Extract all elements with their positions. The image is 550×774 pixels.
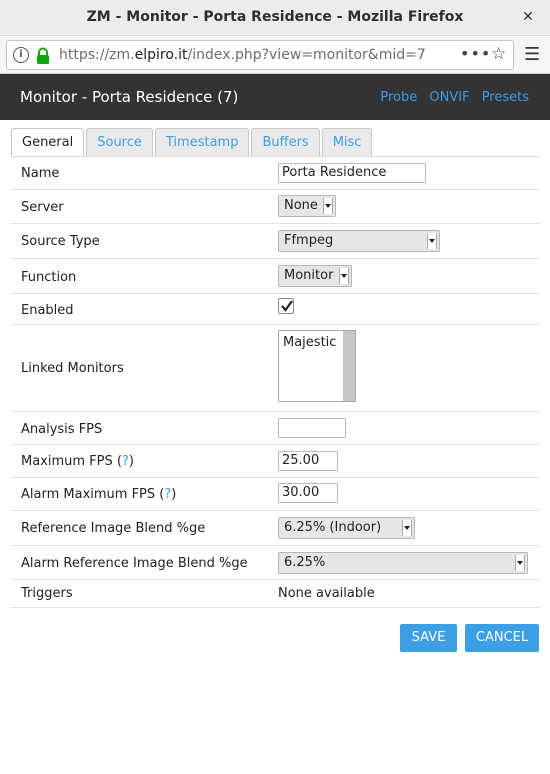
page-actions-icon[interactable]: ••• [460, 44, 491, 63]
save-button[interactable]: SAVE [400, 624, 457, 652]
browser-navbar: i https://zm.elpiro.it/index.php?view=mo… [0, 36, 550, 74]
chevron-down-icon [515, 555, 525, 571]
row-name: Name Porta Residence [11, 156, 540, 190]
ref-blend-select[interactable]: 6.25% (Indoor) [278, 517, 415, 539]
url-text[interactable]: https://zm.elpiro.it/index.php?view=moni… [59, 47, 451, 63]
chevron-down-icon [427, 233, 437, 249]
ref-blend-label: Reference Image Blend %ge [21, 521, 206, 536]
ref-blend-selected-value: 6.25% (Indoor) [284, 520, 382, 535]
lock-icon[interactable] [35, 47, 51, 69]
row-source-type: Source Type Ffmpeg [11, 224, 540, 259]
row-analysis-fps: Analysis FPS [11, 412, 540, 445]
max-fps-label: Maximum FPS (?) [21, 454, 134, 469]
page-header: Monitor - Porta Residence (7) Probe ONVI… [0, 74, 550, 120]
tab-source[interactable]: Source [86, 128, 153, 156]
cancel-button[interactable]: CANCEL [465, 624, 539, 652]
chevron-down-icon [402, 520, 412, 536]
monitor-general-form: Name Porta Residence Server None Source … [11, 156, 540, 608]
list-scrollbar[interactable] [343, 331, 355, 401]
row-enabled: Enabled [11, 294, 540, 325]
function-label: Function [21, 270, 77, 285]
triggers-label: Triggers [21, 586, 73, 601]
chevron-down-icon [339, 268, 349, 284]
server-selected-value: None [284, 198, 318, 213]
name-field[interactable]: Porta Residence [278, 163, 426, 183]
tab-timestamp[interactable]: Timestamp [154, 128, 250, 156]
server-label: Server [21, 200, 64, 215]
source-type-select[interactable]: Ffmpeg [278, 230, 440, 252]
source-type-selected-value: Ffmpeg [284, 233, 334, 248]
row-max-fps: Maximum FPS (?) 25.00 [11, 445, 540, 478]
tab-general[interactable]: General [11, 128, 85, 156]
alarm-ref-blend-select[interactable]: 6.25% [278, 552, 528, 574]
onvif-link[interactable]: ONVIF [429, 90, 469, 105]
chevron-down-icon [323, 198, 333, 214]
row-linked-monitors: Linked Monitors Majestic [11, 325, 540, 412]
max-fps-field[interactable]: 25.00 [278, 451, 338, 471]
function-select[interactable]: Monitor [278, 265, 352, 287]
linked-monitors-list[interactable]: Majestic [278, 330, 356, 402]
row-alarm-ref-blend: Alarm Reference Image Blend %ge 6.25% [11, 546, 540, 580]
source-type-label: Source Type [21, 234, 100, 249]
window-titlebar: ZM - Monitor - Porta Residence - Mozilla… [0, 0, 550, 36]
header-links: Probe ONVIF Presets [372, 90, 529, 105]
hamburger-menu-icon[interactable]: ☰ [524, 44, 540, 65]
analysis-fps-field[interactable] [278, 418, 346, 438]
alarm-max-fps-field[interactable]: 30.00 [278, 483, 338, 503]
enabled-label: Enabled [21, 303, 74, 318]
name-label: Name [21, 166, 60, 181]
page-title: Monitor - Porta Residence (7) [20, 88, 239, 106]
list-item[interactable]: Majestic [283, 335, 336, 350]
server-select[interactable]: None [278, 195, 336, 217]
presets-link[interactable]: Presets [482, 90, 529, 105]
row-ref-blend: Reference Image Blend %ge 6.25% (Indoor) [11, 511, 540, 546]
linked-monitors-label: Linked Monitors [21, 361, 124, 376]
close-window-icon[interactable]: ✕ [518, 7, 538, 27]
alarm-max-fps-label: Alarm Maximum FPS (?) [21, 487, 177, 502]
probe-link[interactable]: Probe [380, 90, 417, 105]
function-selected-value: Monitor [284, 268, 334, 283]
window-title: ZM - Monitor - Porta Residence - Mozilla… [86, 9, 464, 25]
checkmark-icon [281, 300, 293, 312]
tab-buffers[interactable]: Buffers [251, 128, 320, 156]
tab-bar: General Source Timestamp Buffers Misc [11, 128, 374, 156]
row-function: Function Monitor [11, 259, 540, 294]
alarm-ref-blend-selected-value: 6.25% [284, 555, 326, 570]
tab-misc[interactable]: Misc [321, 128, 373, 156]
row-alarm-max-fps: Alarm Maximum FPS (?) 30.00 [11, 478, 540, 511]
enabled-checkbox[interactable] [278, 298, 294, 314]
triggers-value: None available [278, 586, 375, 601]
url-bar[interactable]: i https://zm.elpiro.it/index.php?view=mo… [6, 40, 514, 70]
help-link[interactable]: ? [122, 454, 129, 469]
row-triggers: Triggers None available [11, 580, 540, 608]
row-server: Server None [11, 190, 540, 224]
analysis-fps-label: Analysis FPS [21, 422, 103, 437]
alarm-ref-blend-label: Alarm Reference Image Blend %ge [21, 556, 248, 571]
bookmark-star-icon[interactable]: ☆ [491, 44, 506, 64]
site-info-icon[interactable]: i [13, 47, 29, 63]
